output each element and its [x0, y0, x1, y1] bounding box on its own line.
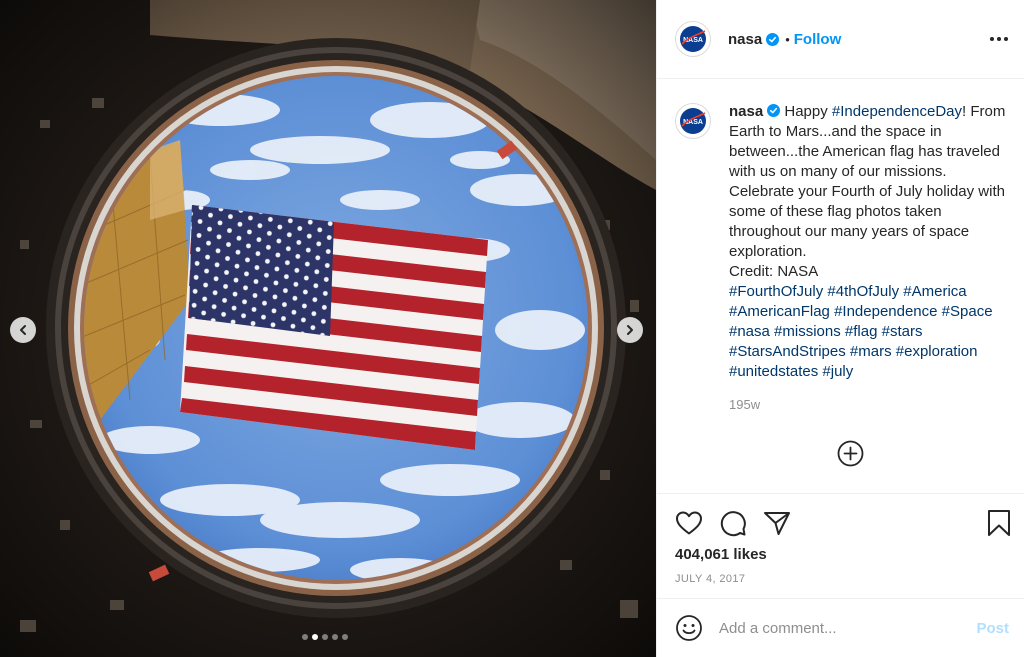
post-side-panel: NASA nasa • Follow NASA nasa Happy #Inde… — [656, 0, 1024, 657]
hashtag-link[interactable]: #FourthOfJuly — [729, 283, 823, 300]
verified-badge-icon — [767, 104, 781, 117]
hashtag-link[interactable]: #july — [822, 363, 853, 380]
hashtag-link[interactable]: #missions — [774, 323, 841, 340]
carousel-dot — [312, 634, 318, 640]
hashtag-link[interactable]: #unitedstates — [729, 363, 818, 380]
carousel-dot — [322, 634, 328, 640]
caption-segment: Happy — [780, 103, 832, 120]
post-media[interactable] — [0, 0, 656, 657]
carousel-next-button[interactable] — [617, 317, 643, 343]
hashtag-link[interactable]: #exploration — [896, 343, 978, 360]
plus-circle-icon[interactable] — [837, 440, 864, 467]
likes-count[interactable]: 404,061 likes — [657, 546, 1024, 563]
separator-dot: • — [785, 31, 790, 47]
comment-icon[interactable] — [719, 509, 747, 537]
caption-credit: Credit: NASA — [729, 263, 819, 280]
carousel-dot — [302, 634, 308, 640]
username-link[interactable]: nasa — [728, 31, 762, 48]
caption-text: nasa Happy #IndependenceDay! From Earth … — [729, 102, 1010, 415]
carousel-dot — [332, 634, 338, 640]
comment-input[interactable] — [719, 619, 977, 637]
hashtag-link[interactable]: #StarsAndStripes — [729, 343, 846, 360]
hashtag-link[interactable]: #stars — [882, 323, 923, 340]
share-icon[interactable] — [763, 510, 791, 536]
post-date[interactable]: JULY 4, 2017 — [657, 573, 1024, 585]
carousel-prev-button[interactable] — [10, 317, 36, 343]
verified-badge-icon — [766, 32, 780, 46]
hashtag-link[interactable]: #nasa — [729, 323, 770, 340]
post-actions-area: 404,061 likes JULY 4, 2017 — [657, 493, 1024, 585]
hashtag-link[interactable]: #IndependenceDay — [832, 103, 962, 120]
follow-button[interactable]: Follow — [794, 31, 842, 48]
avatar[interactable]: NASA — [675, 21, 711, 57]
comment-bar: Post — [657, 598, 1024, 657]
hashtag-link[interactable]: #Independence — [834, 303, 937, 320]
nasa-logo: NASA — [680, 108, 706, 134]
hashtag-link[interactable]: #AmericanFlag — [729, 303, 830, 320]
bookmark-icon[interactable] — [987, 509, 1011, 537]
hashtag-link[interactable]: #America — [903, 283, 966, 300]
hashtag-link[interactable]: #Space — [942, 303, 993, 320]
carousel-dot — [342, 634, 348, 640]
chevron-right-icon — [627, 325, 633, 335]
post-time-ago[interactable]: 195w — [729, 395, 1010, 415]
more-options-icon[interactable] — [990, 37, 1008, 41]
hashtag-link[interactable]: #mars — [850, 343, 892, 360]
caption-segment: ! From Earth to Mars...and the space in … — [729, 103, 1006, 260]
caption-avatar[interactable]: NASA — [675, 103, 711, 139]
emoji-icon[interactable] — [675, 614, 703, 642]
hashtag-link[interactable]: #flag — [845, 323, 878, 340]
hashtag-link[interactable]: #4thOfJuly — [827, 283, 899, 300]
caption-username[interactable]: nasa — [729, 103, 763, 120]
post-comment-button[interactable]: Post — [976, 620, 1009, 637]
nasa-logo: NASA — [680, 26, 706, 52]
action-bar — [657, 494, 1024, 538]
carousel-indicator — [302, 634, 348, 640]
post-header: NASA nasa • Follow — [657, 0, 1024, 79]
post-photo — [0, 0, 656, 657]
chevron-left-icon — [20, 325, 26, 335]
heart-icon[interactable] — [675, 510, 703, 536]
caption: NASA nasa Happy #IndependenceDay! From E… — [675, 102, 1010, 415]
